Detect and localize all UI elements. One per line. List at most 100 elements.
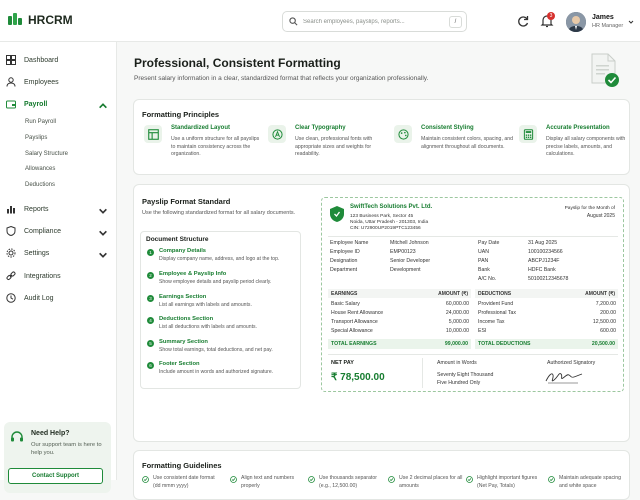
sidebar-item-integrations[interactable]: Integrations [6,268,112,284]
user-name[interactable]: James [592,14,614,21]
info-value: 31 Aug 2025 [528,240,558,246]
app-name: HRCRM [28,13,73,27]
structure-title: Document Structure [146,236,209,243]
sidebar: Dashboard Employees Payroll Run Payroll … [0,42,117,493]
step-desc: Show total earnings, total deductions, a… [159,347,273,353]
help-title: Need Help? [31,430,70,437]
sidebar-item-label: Integrations [24,272,61,280]
principle-title: Clear Typography [295,125,346,131]
sidebar-item-settings[interactable]: Settings [6,245,112,261]
earning-label: Special Allowance [331,328,373,334]
deduction-label: Professional Tax [478,310,516,316]
headset-icon [11,431,23,442]
sidebar-subitem-payslips[interactable]: Payslips [25,135,47,141]
info-label: PAN [478,258,489,264]
net-pay-label: NET PAY [331,360,354,366]
main-content: Professional, Consistent Formatting Pres… [117,42,640,500]
principle-desc: Use clean, professional fonts with appro… [295,136,373,157]
net-pay-value: ₹ 78,500.00 [331,372,385,383]
chevron-down-icon [99,252,107,258]
earning-label: Basic Salary [331,301,360,307]
deduction-label: Provident Fund [478,301,514,307]
sidebar-item-label: Payroll [24,100,48,108]
app-logo[interactable]: HRCRM [8,13,73,27]
step-name: Summary Section [159,339,208,345]
sidebar-subitem-run-payroll[interactable]: Run Payroll [25,119,56,125]
refresh-icon[interactable] [516,14,530,28]
calculator-icon [519,125,537,143]
chevron-down-icon [99,230,107,236]
principle-desc: Use a uniform structure for all payslips… [171,136,260,157]
total-deductions-label: TOTAL DEDUCTIONS [478,341,531,347]
notification-badge: 3 [547,12,555,20]
info-label: Department [330,267,358,273]
help-card: Need Help? Our support team is here to h… [4,422,111,493]
sidebar-item-label: Dashboard [24,56,59,64]
company-address-line1: 123 Business Park, Sector 45 [350,214,414,219]
guideline-text: Highlight important figures (Net Pay, To… [477,475,538,489]
step-desc: List all deductions with labels and amou… [159,324,257,330]
users-icon [6,77,16,87]
info-value: ABCPJ1234F [528,258,560,264]
sidebar-item-reports[interactable]: Reports [6,201,112,217]
logo-icon [8,13,22,25]
info-label: Pay Date [478,240,500,246]
wallet-icon [6,100,16,109]
step-desc: Include amount in words and authorized s… [159,369,274,375]
amount-in-words-line2: Five Hundred Only [437,380,481,386]
sidebar-item-label: Compliance [24,227,61,235]
page-subtitle: Present salary information in a clear, s… [134,75,429,82]
sidebar-item-payroll[interactable]: Payroll [6,96,112,112]
info-value: 100100234566 [528,249,563,255]
sidebar-subitem-salary-structure[interactable]: Salary Structure [25,151,68,157]
info-label: A/C No. [478,276,497,282]
standard-title: Payslip Format Standard [142,197,231,206]
step-name: Employee & Payslip Info [159,271,227,277]
authorized-signatory-label: Authorized Signatory [547,360,596,366]
search-shortcut: / [449,16,462,28]
document-structure-box: Document Structure 1 Company Details Displ… [140,231,301,389]
formatting-guidelines-card: Formatting Guidelines Use consistent dat… [133,450,630,500]
divider [328,354,618,355]
link-icon [6,271,16,280]
sidebar-item-dashboard[interactable]: Dashboard [6,52,112,68]
sidebar-item-compliance[interactable]: Compliance [6,223,112,239]
step-number: 1 [147,249,154,256]
company-logo-icon [330,206,344,222]
sidebar-item-label: Audit Log [24,294,54,302]
deduction-label: ESI [478,328,487,334]
info-value: HDFC Bank [528,267,556,273]
chevron-down-icon [99,208,107,214]
sidebar-item-label: Employees [24,78,59,86]
chevron-down-icon[interactable] [628,19,634,25]
earning-amount: 60,000.00 [445,301,469,307]
principle-desc: Display all salary components with preci… [546,136,626,157]
search-icon [289,17,298,26]
info-value: 50100212345678 [528,276,569,282]
principle-title: Consistent Styling [421,125,474,131]
sidebar-item-audit-log[interactable]: Audit Log [6,290,112,306]
sidebar-subitem-deductions[interactable]: Deductions [25,182,55,188]
deduction-label: Income Tax [478,319,505,325]
step-desc: Display company name, address, and logo … [159,256,280,262]
total-deductions-row: TOTAL DEDUCTIONS 20,500.00 [475,339,618,349]
avatar[interactable] [566,12,586,32]
company-address-line2: Noida, Uttar Pradesh - 201303, India [350,220,429,225]
sidebar-subitem-allowances[interactable]: Allowances [25,166,55,172]
divider [422,358,423,388]
gear-icon [6,248,16,258]
contact-support-button[interactable]: Contact Support [8,468,103,484]
search-bar[interactable]: / [282,11,467,32]
earnings-header: EARNINGS AMOUNT (₹) [328,289,471,298]
step-number: 4 [147,317,154,324]
principle-title: Standardized Layout [171,125,231,131]
earning-amount: 10,000.00 [445,328,469,334]
search-input[interactable] [303,18,443,25]
step-name: Earnings Section [159,294,207,300]
document-check-icon [591,53,619,87]
step-name: Deductions Section [159,316,214,322]
deduction-amount: 7,200.00 [595,301,616,307]
sidebar-item-employees[interactable]: Employees [6,74,112,90]
info-label: Employee ID [330,249,360,255]
clock-icon [6,293,16,303]
